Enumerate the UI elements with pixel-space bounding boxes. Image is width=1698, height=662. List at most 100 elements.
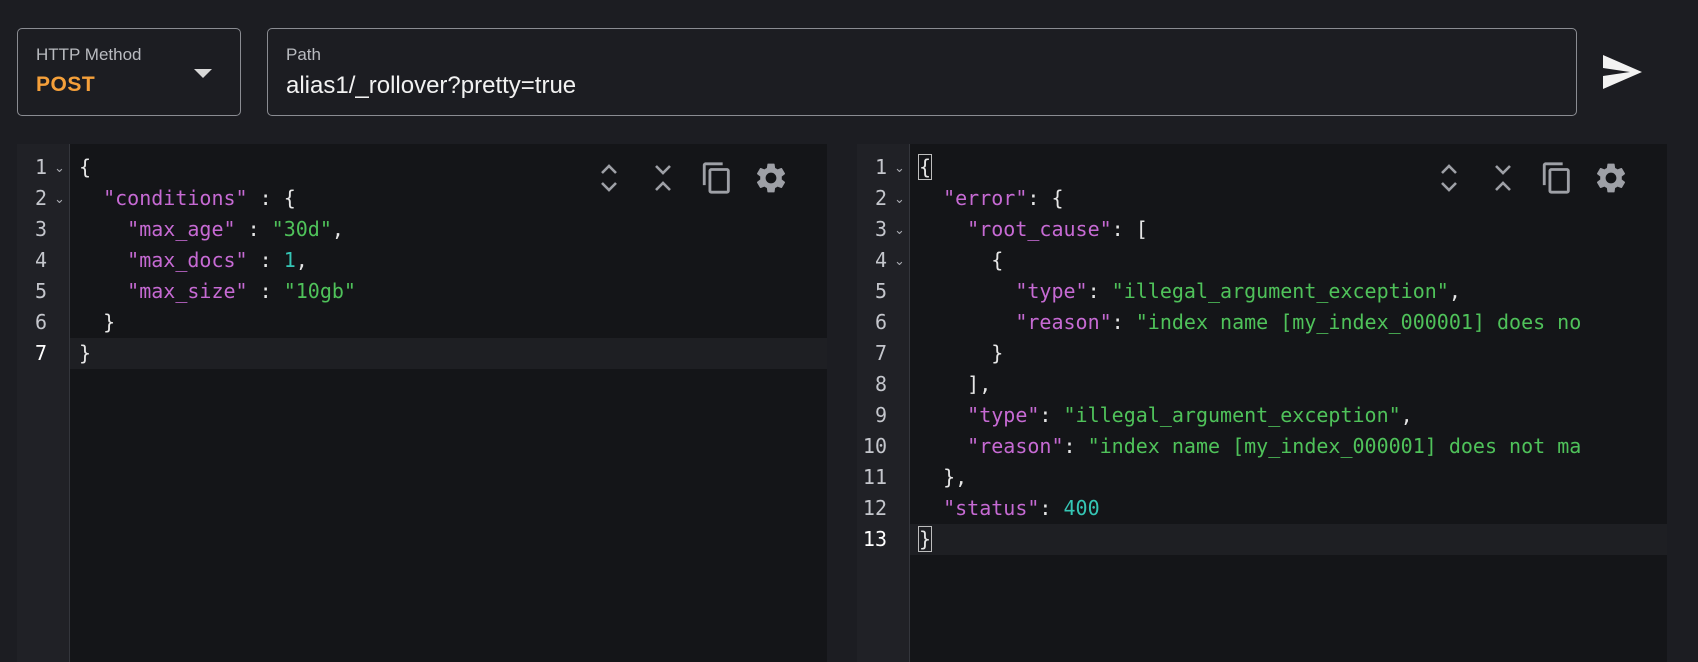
code-token: : xyxy=(247,279,284,303)
code-token: { xyxy=(79,155,92,179)
code-line-text: "max_size" : "10gb" xyxy=(79,276,356,307)
code-line-text: } xyxy=(919,338,1003,369)
line-number: 11 xyxy=(862,465,887,489)
code-line-text: "reason": "index name [my_index_000001] … xyxy=(919,307,1581,338)
code-line: }, xyxy=(910,462,1667,493)
fold-chevron-icon[interactable]: ⌄ xyxy=(54,183,65,214)
code-line-text: "type": "illegal_argument_exception", xyxy=(919,400,1413,431)
code-token: { xyxy=(917,154,933,180)
code-token: "conditions" xyxy=(103,186,248,210)
code-line: ], xyxy=(910,369,1667,400)
code-token: : xyxy=(1039,403,1064,427)
collapse-all-button[interactable] xyxy=(645,158,681,198)
code-token: : [ xyxy=(1111,217,1148,241)
code-token: : xyxy=(235,217,272,241)
gear-icon xyxy=(756,163,786,193)
line-number: 4 xyxy=(874,248,887,272)
code-line: "type": "illegal_argument_exception", xyxy=(910,400,1667,431)
code-token: "error" xyxy=(943,186,1028,210)
code-line-text: }, xyxy=(919,462,967,493)
code-token: } xyxy=(79,341,92,365)
http-method-select[interactable]: HTTP Method POST xyxy=(17,28,241,116)
response-editor-toolbar xyxy=(1431,158,1629,198)
code-token: } xyxy=(919,341,1004,365)
code-line-text: "status": 400 xyxy=(919,493,1100,524)
code-token: "reason" xyxy=(967,434,1064,458)
code-token: : xyxy=(247,248,284,272)
line-number: 2 xyxy=(34,186,47,210)
response-body-viewer[interactable]: 1 ⌄ 2 ⌄ 3 ⌄ 4 ⌄ 5 6 7 8 9 10 11 12 13 { … xyxy=(857,144,1667,662)
code-token: "index name [my_index_000001] does no xyxy=(1135,310,1582,334)
line-number: 3 xyxy=(874,217,887,241)
code-line: "max_size" : "10gb" xyxy=(70,276,827,307)
code-line-text: "reason": "index name [my_index_000001] … xyxy=(919,431,1581,462)
code-line: } xyxy=(910,338,1667,369)
code-token: : { xyxy=(247,186,296,210)
code-token: "type" xyxy=(1015,279,1088,303)
fold-chevron-icon[interactable]: ⌄ xyxy=(894,245,905,276)
request-editor-gutter: 1 ⌄ 2 ⌄ 3 4 5 6 7 xyxy=(17,144,70,662)
copy-button[interactable] xyxy=(1539,158,1575,198)
code-line: "reason": "index name [my_index_000001] … xyxy=(910,307,1667,338)
copy-button[interactable] xyxy=(699,158,735,198)
code-line-text: } xyxy=(79,338,91,369)
collapse-all-button[interactable] xyxy=(1485,158,1521,198)
code-line-text: "max_docs" : 1, xyxy=(79,245,308,276)
line-number: 5 xyxy=(34,279,47,303)
code-line: } xyxy=(910,524,1667,555)
settings-button[interactable] xyxy=(1593,158,1629,198)
send-button[interactable] xyxy=(1598,48,1646,96)
fold-chevron-icon[interactable]: ⌄ xyxy=(894,214,905,245)
code-token: "status" xyxy=(943,496,1040,520)
code-token: }, xyxy=(919,465,968,489)
code-line-text: "max_age" : "30d", xyxy=(79,214,344,245)
code-token: "10gb" xyxy=(283,279,356,303)
code-line: "max_docs" : 1, xyxy=(70,245,827,276)
code-token: : xyxy=(1111,310,1136,334)
code-token: "index name [my_index_000001] does not m… xyxy=(1087,434,1582,458)
request-body-editor[interactable]: 1 ⌄ 2 ⌄ 3 4 5 6 7 { "conditions" : { "ma… xyxy=(17,144,827,662)
line-number: 13 xyxy=(862,527,887,551)
code-line-text: } xyxy=(917,524,933,555)
request-code-area[interactable]: { "conditions" : { "max_age" : "30d", "m… xyxy=(70,144,827,662)
response-code-area[interactable]: { "error": { "root_cause": [ { "type": "… xyxy=(910,144,1667,662)
code-line: "max_age" : "30d", xyxy=(70,214,827,245)
code-line-text: "root_cause": [ xyxy=(919,214,1148,245)
expand-all-button[interactable] xyxy=(1431,158,1467,198)
gear-icon xyxy=(1596,163,1626,193)
code-line-text: ], xyxy=(919,369,991,400)
code-token: "root_cause" xyxy=(967,217,1112,241)
expand-all-button[interactable] xyxy=(591,158,627,198)
fold-chevron-icon[interactable]: ⌄ xyxy=(894,183,905,214)
code-token: : xyxy=(1087,279,1112,303)
code-token: , xyxy=(1400,403,1413,427)
line-number: 6 xyxy=(874,310,887,334)
caret-down-icon[interactable] xyxy=(194,69,212,78)
path-input[interactable] xyxy=(286,71,1556,101)
code-token: "max_docs" xyxy=(127,248,248,272)
expand-all-icon xyxy=(601,164,617,192)
http-method-label: HTTP Method xyxy=(36,45,142,64)
code-line-text: "conditions" : { xyxy=(79,183,296,214)
code-line-text: { xyxy=(919,245,1003,276)
code-token: 1 xyxy=(283,248,296,272)
line-number: 8 xyxy=(874,372,887,396)
fold-chevron-icon[interactable]: ⌄ xyxy=(894,152,905,183)
code-token: "illegal_argument_exception" xyxy=(1111,279,1449,303)
code-token: "reason" xyxy=(1015,310,1112,334)
line-number: 2 xyxy=(874,186,887,210)
path-field[interactable]: Path xyxy=(267,28,1577,116)
request-editor-toolbar xyxy=(591,158,789,198)
fold-chevron-icon[interactable]: ⌄ xyxy=(54,152,65,183)
code-token: : xyxy=(1039,496,1064,520)
settings-button[interactable] xyxy=(753,158,789,198)
code-token: , xyxy=(295,248,308,272)
code-token: "type" xyxy=(967,403,1040,427)
